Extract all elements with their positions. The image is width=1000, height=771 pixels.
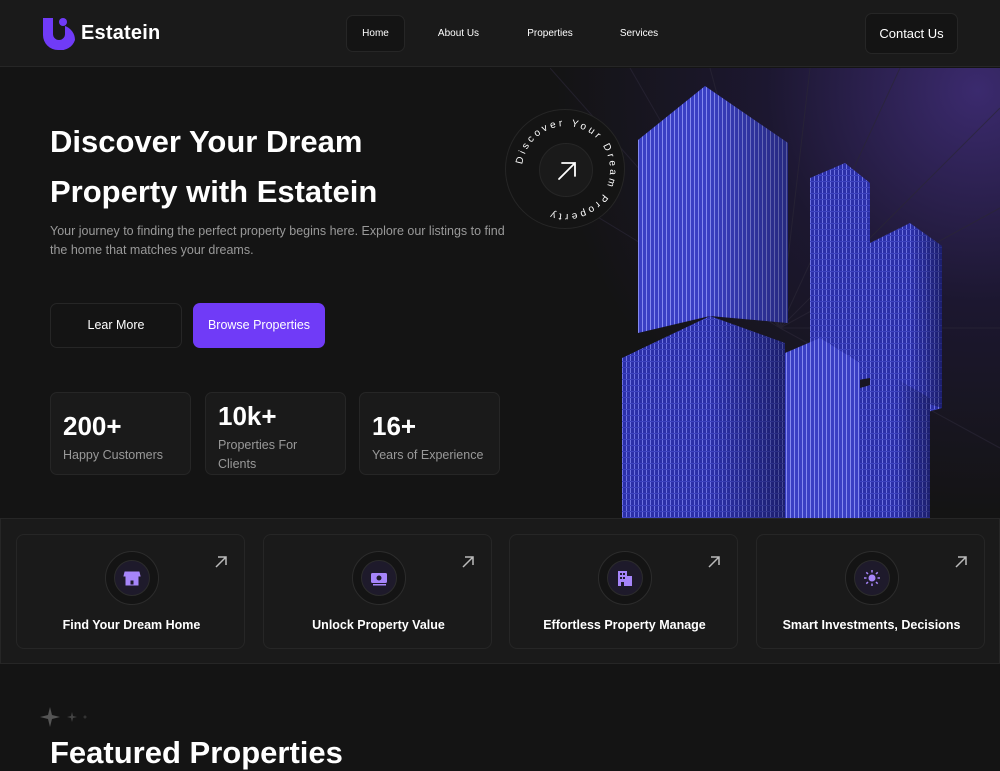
stat-customers: 200+ Happy Customers [50,392,191,475]
stat-experience: 16+ Years of Experience [359,392,500,475]
brand-name: Estatein [81,21,161,44]
hero-title-line1: Discover Your Dream [50,124,363,159]
stat-label: Happy Customers [63,448,164,462]
arrow-up-right-icon [955,556,967,568]
arrow-up-right-icon [558,162,576,180]
learn-more-button[interactable]: Lear More [50,303,182,348]
stat-properties: 10k+ Properties For Clients [205,392,346,475]
stat-label: Properties For Clients [218,438,298,471]
stat-value: 200+ [63,411,122,441]
logo-icon [43,18,75,50]
feature-icon-ring [105,551,159,605]
arrow-up-right-icon [215,556,227,568]
featured-title: Featured Properties [50,735,343,770]
arrow-up-right-icon [708,556,720,568]
features-strip: Find Your Dream Home Unlock Property Val… [0,518,1000,664]
stat-label: Years of Experience [372,448,484,462]
badge-center [539,143,593,197]
home-icon [114,560,150,596]
nav-services[interactable]: Services [588,15,690,52]
browse-properties-button[interactable]: Browse Properties [193,303,325,348]
hero-subtitle: Your journey to finding the perfect prop… [50,224,505,257]
building-icon [607,560,643,596]
feature-label: Find Your Dream Home [62,618,201,632]
feature-icon-ring [598,551,652,605]
nav-home[interactable]: Home [346,15,405,52]
feature-label: Effortless Property Manage [543,618,706,632]
feature-card-smart-investments[interactable]: Smart Investments, Decisions [756,534,985,649]
sun-icon [854,560,890,596]
nav-links: Home About Us Properties Services [346,15,690,52]
contact-button[interactable]: Contact Us [865,13,958,54]
nav-properties[interactable]: Properties [512,15,588,52]
hero-title: Discover Your Dream Property with Estate… [50,117,520,217]
brand-logo[interactable]: Estatein [41,16,160,50]
arrow-up-right-icon [462,556,474,568]
feature-label: Unlock Property Value [312,618,445,632]
discover-badge[interactable]: Discover Your Dream Property [505,109,625,229]
money-icon [361,560,397,596]
feature-card-dream-home[interactable]: Find Your Dream Home [16,534,245,649]
nav-about[interactable]: About Us [405,15,512,52]
feature-icon-ring [845,551,899,605]
hero-title-line2: Property with Estatein [50,174,378,209]
top-navbar: Estatein Home About Us Properties Servic… [0,0,1000,67]
stat-value: 16+ [372,411,417,441]
sparkle-icon [40,707,87,727]
feature-icon-ring [352,551,406,605]
featured-section: Featured Properties [0,665,1000,770]
feature-card-property-manage[interactable]: Effortless Property Manage [509,534,738,649]
feature-label: Smart Investments, Decisions [782,618,961,632]
stat-value: 10k+ [218,401,277,431]
feature-card-property-value[interactable]: Unlock Property Value [263,534,492,649]
